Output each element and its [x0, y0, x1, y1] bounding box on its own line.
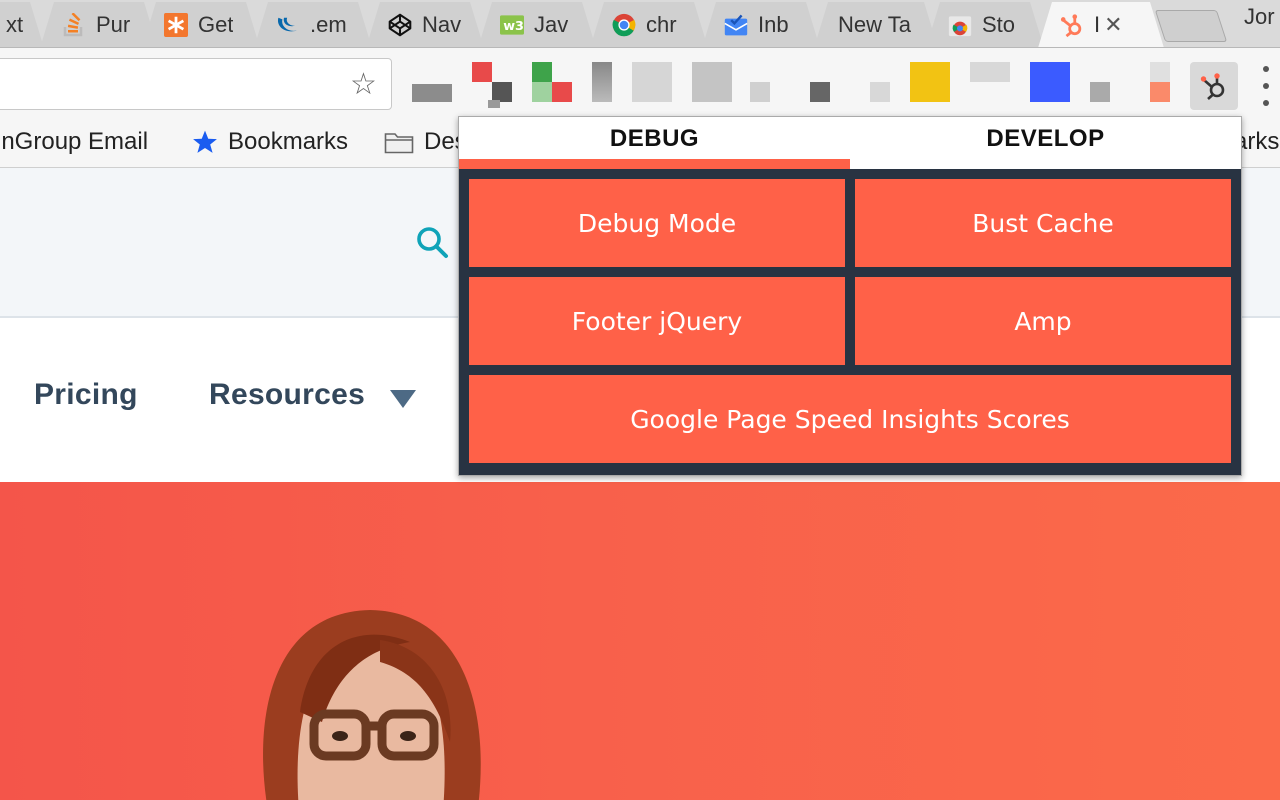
tab-develop[interactable]: DEVELOP — [850, 117, 1241, 169]
tab-title: Inb — [758, 12, 789, 38]
tab-item[interactable]: Pur — [40, 2, 158, 48]
chrome-webstore-icon — [948, 13, 972, 37]
debug-mode-button[interactable]: Debug Mode — [469, 179, 845, 267]
tab-item[interactable]: Get — [142, 2, 260, 48]
extension-icon[interactable] — [1150, 62, 1170, 102]
hero-person-image — [230, 602, 510, 800]
tab-title: I — [1094, 12, 1100, 38]
page-speed-insights-button[interactable]: Google Page Speed Insights Scores — [469, 375, 1231, 463]
extension-icon[interactable] — [692, 62, 732, 102]
extension-icon[interactable] — [910, 62, 950, 102]
star-icon — [192, 129, 218, 155]
tab-item[interactable]: Sto — [926, 2, 1044, 48]
tab-title: Nav — [422, 12, 461, 38]
tab-item[interactable]: Nav — [366, 2, 484, 48]
extension-icon[interactable] — [632, 62, 672, 102]
tab-strip: xt Pur Get .em Nav w3 Jav chr — [0, 0, 1280, 48]
codepen-icon — [388, 13, 412, 37]
popup-tab-bar: DEBUG DEVELOP — [459, 117, 1241, 169]
hubspot-icon — [1060, 13, 1084, 37]
tab-title: Pur — [96, 12, 130, 38]
new-tab-button[interactable] — [1155, 10, 1227, 42]
w3schools-icon: w3 — [500, 13, 524, 37]
tab-item[interactable]: .em — [254, 2, 372, 48]
amp-button[interactable]: Amp — [855, 277, 1231, 365]
chrome-icon — [612, 13, 636, 37]
extension-icon[interactable] — [532, 62, 572, 108]
asterisk-icon — [164, 13, 188, 37]
menu-kebab-icon[interactable] — [1262, 66, 1270, 106]
tab-item[interactable]: Inb — [702, 2, 820, 48]
nav-resources-link[interactable]: Resources — [209, 378, 365, 412]
bookmark-item[interactable]: Bookmarks — [192, 128, 348, 156]
inbox-icon — [724, 13, 748, 37]
jquery-icon — [276, 13, 300, 37]
folder-icon — [384, 130, 414, 154]
bookmark-folder[interactable]: Des — [384, 128, 467, 156]
tab-title: Sto — [982, 12, 1015, 38]
extension-icon[interactable] — [1090, 82, 1110, 102]
extension-icon[interactable] — [870, 82, 890, 102]
extension-icon[interactable] — [412, 84, 452, 102]
active-tab-indicator — [459, 159, 850, 169]
tab-title: Jav — [534, 12, 568, 38]
tab-title: xt — [6, 12, 23, 38]
hero-section — [0, 482, 1280, 800]
tab-title: chr — [646, 12, 677, 38]
close-icon[interactable]: ✕ — [1104, 12, 1122, 38]
svg-text:w3: w3 — [503, 19, 524, 34]
bookmark-star-icon[interactable]: ☆ — [350, 70, 377, 100]
hubspot-extension-button[interactable] — [1190, 62, 1238, 110]
bust-cache-button[interactable]: Bust Cache — [855, 179, 1231, 267]
address-bar[interactable] — [0, 58, 392, 110]
tab-title: .em — [310, 12, 347, 38]
extension-icon[interactable] — [750, 82, 770, 102]
tab-item[interactable]: chr — [590, 2, 708, 48]
extension-icon[interactable] — [810, 82, 830, 102]
tab-title: Get — [198, 12, 233, 38]
extension-icon[interactable] — [1030, 62, 1070, 102]
extension-icon[interactable] — [472, 62, 514, 108]
stackoverflow-icon — [62, 13, 86, 37]
tab-item[interactable]: New Ta — [814, 2, 938, 48]
profile-name[interactable]: Jor — [1244, 4, 1275, 30]
bookmark-label: inGroup Email — [0, 128, 148, 156]
footer-jquery-button[interactable]: Footer jQuery — [469, 277, 845, 365]
extension-popup: DEBUG DEVELOP Debug Mode Bust Cache Foot… — [458, 116, 1242, 476]
search-icon[interactable] — [414, 224, 450, 265]
extension-icon[interactable] — [592, 62, 612, 102]
tab-item-active[interactable]: I ✕ — [1038, 2, 1164, 48]
tab-title: New Ta — [838, 12, 911, 38]
extension-icon[interactable] — [970, 62, 1010, 82]
nav-pricing-link[interactable]: Pricing — [34, 378, 138, 412]
bookmark-item[interactable]: inGroup Email — [0, 128, 148, 156]
tab-item[interactable]: xt — [0, 2, 44, 48]
chevron-down-icon[interactable] — [390, 390, 416, 408]
bookmark-label: Bookmarks — [228, 128, 348, 156]
tab-item[interactable]: w3 Jav — [478, 2, 596, 48]
